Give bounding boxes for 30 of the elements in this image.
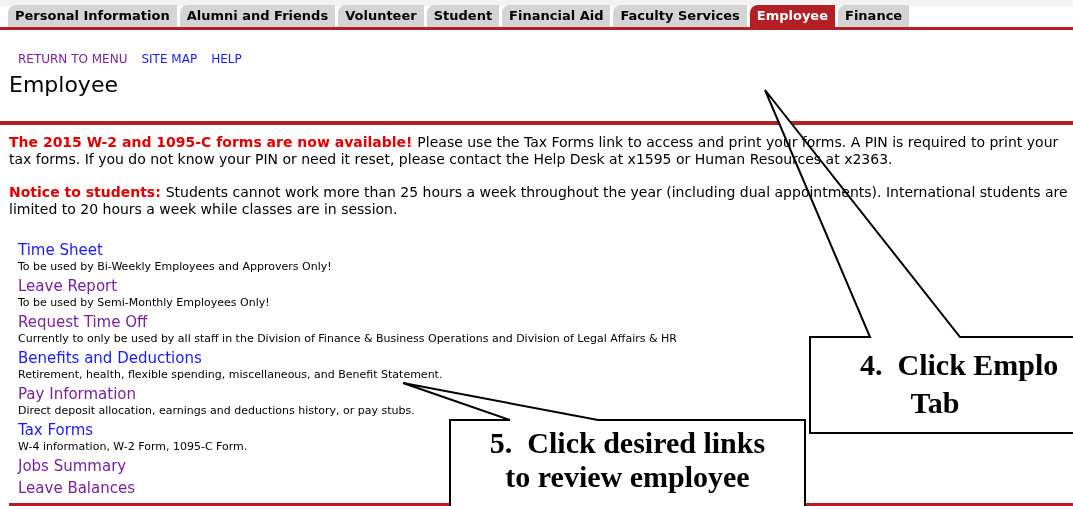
menu-description: W-4 information, W-2 Form, 1095-C Form. [18,440,248,454]
menu-link[interactable]: Tax Forms [18,421,94,440]
menu-link[interactable]: Pay Information [18,385,137,404]
nav-tab[interactable]: Financial Aid [502,5,611,27]
nav-tab[interactable]: Faculty Services [613,5,747,27]
callout-text: Tab [909,386,961,420]
nav-link[interactable]: HELP [211,50,242,68]
menu-description: To be used by Semi-Monthly Employees Only! [18,296,270,310]
nav-tab[interactable]: Finance [838,5,910,27]
nav-tab[interactable]: Volunteer [338,5,424,27]
menu-link[interactable]: Jobs Summary [18,457,127,476]
menu-description: Currently to only be used by all staff in the Division of Finance & Business Operations and Division of Legal Affairs & HR [18,332,677,346]
menu-link[interactable]: Benefits and Deductions [18,349,202,368]
menu-link[interactable]: Request Time Off [18,313,148,332]
menu-link[interactable]: Leave Report [18,277,118,296]
nav-tab[interactable]: Alumni and Friends [179,5,336,27]
menu-link[interactable]: Leave Balances [18,479,136,498]
menu-link[interactable]: Time Sheet [18,241,103,260]
page-title: Employee [8,71,119,99]
nav-tab[interactable]: Personal Information [8,5,177,27]
nav-link[interactable]: RETURN TO MENU [18,50,128,68]
callout-text: 4. Click Emplo [860,348,1060,382]
menu-description: Direct deposit allocation, earnings and deductions history, or pay stubs. [18,404,415,418]
callout-text: 5. Click desired links [488,426,767,460]
menu-description: Retirement, health, flexible spending, miscellaneous, and Benefit Statement. [18,368,443,382]
nav-tab[interactable]: Student [426,5,500,27]
nav-link[interactable]: SITE MAP [141,50,198,68]
menu-description: To be used by Bi-Weekly Employees and Approvers Only! [18,260,332,274]
callout-text: to review employee [504,460,751,494]
nav-tab[interactable]: Employee [749,5,835,27]
